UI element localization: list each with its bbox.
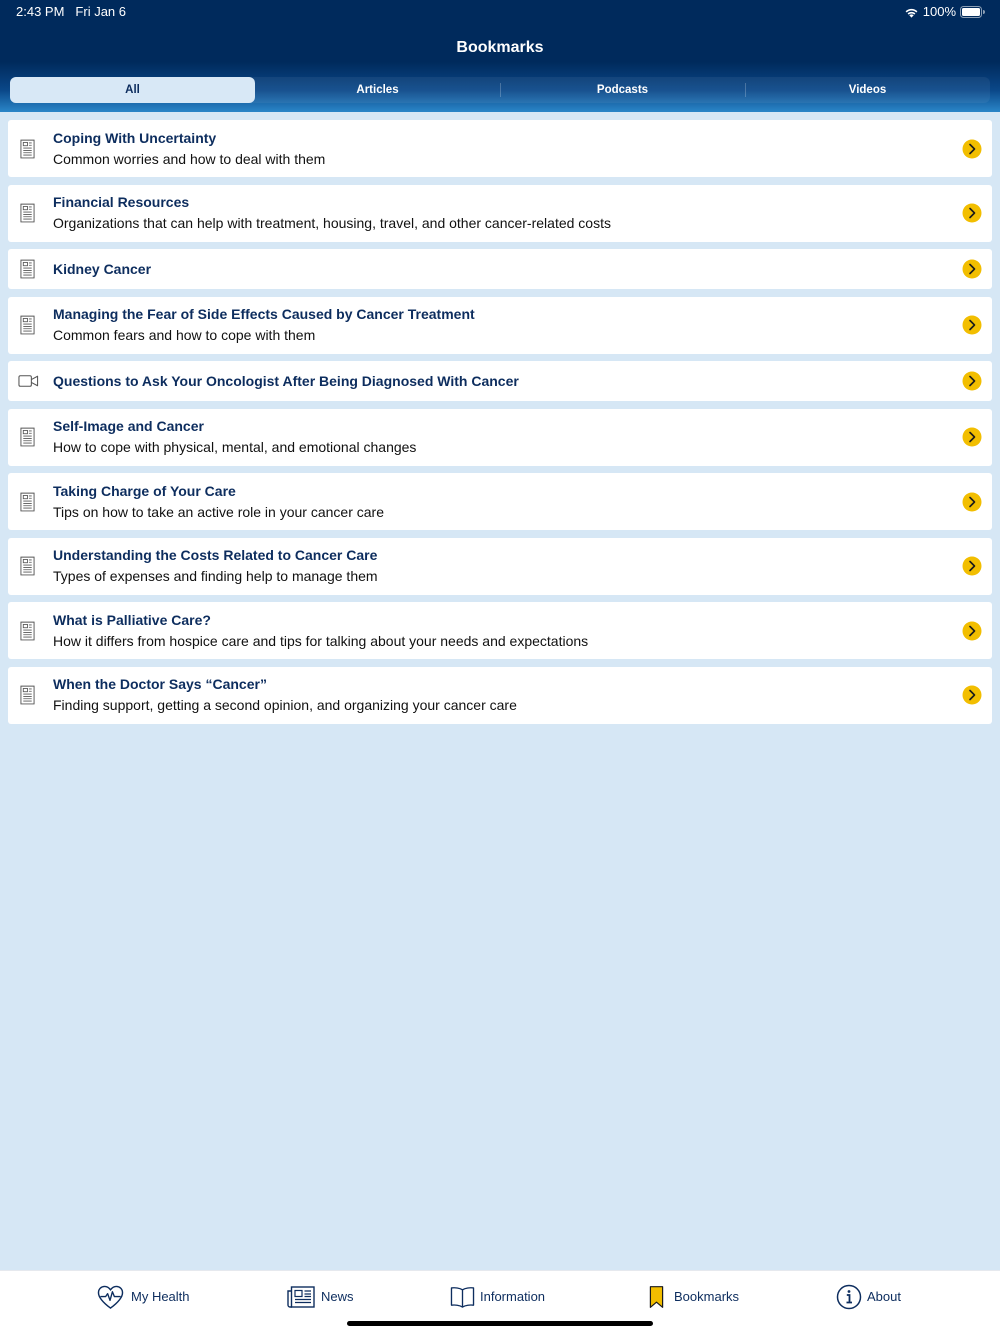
tab-news[interactable]: News [287, 1271, 354, 1323]
home-indicator[interactable] [347, 1321, 653, 1326]
bookmark-item[interactable]: Questions to Ask Your Oncologist After B… [8, 361, 992, 401]
chevron-right-icon[interactable] [962, 556, 982, 576]
newspaper-icon [287, 1286, 315, 1308]
bookmark-title: Questions to Ask Your Oncologist After B… [53, 372, 519, 389]
bookmark-text: Financial Resources Organizations that c… [53, 185, 942, 242]
chevron-right-icon[interactable] [962, 315, 982, 335]
bookmark-title: Kidney Cancer [53, 260, 152, 277]
segment-articles[interactable]: Articles [255, 77, 500, 103]
battery-percentage: 100% [922, 4, 956, 19]
heart-pulse-icon [97, 1285, 124, 1310]
bookmark-item[interactable]: Managing the Fear of Side Effects Caused… [8, 296, 992, 354]
bookmark-text: When the Doctor Says “Cancer” Finding su… [53, 667, 942, 724]
document-icon [20, 427, 35, 447]
bookmark-title: Taking Charge of Your Care [53, 482, 236, 499]
bookmark-title: Understanding the Costs Related to Cance… [53, 547, 378, 563]
bookmark-item[interactable]: Coping With Uncertainty Common worries a… [8, 120, 992, 177]
bookmark-subtitle: Common fears and how to cope with them [53, 327, 316, 343]
document-icon [20, 621, 35, 641]
document-icon [20, 556, 35, 576]
open-book-icon [450, 1286, 475, 1309]
document-icon [20, 315, 35, 335]
bookmark-text: Coping With Uncertainty Common worries a… [53, 120, 942, 177]
bookmark-item[interactable]: Understanding the Costs Related to Cance… [8, 537, 992, 595]
tab-label: Bookmarks [674, 1289, 740, 1304]
bookmark-subtitle: Common worries and how to deal with them [53, 150, 326, 167]
wifi-icon [904, 7, 919, 18]
chevron-right-icon[interactable] [962, 492, 982, 512]
bookmark-list: Coping With Uncertainty Common worries a… [0, 120, 1000, 731]
navigation-header: 2:43 PM Fri Jan 6 100% Bookmarks All Arti… [0, 0, 1000, 112]
tab-label: My Health [131, 1289, 190, 1304]
status-time: 2:43 PM [16, 4, 65, 19]
filter-segmented-control: All Articles Podcasts Videos [10, 77, 990, 103]
document-icon [20, 492, 35, 512]
chevron-right-icon[interactable] [962, 139, 982, 159]
bookmark-title: Financial Resources [53, 194, 190, 210]
bookmark-text: Self-Image and Cancer How to cope with p… [53, 409, 942, 466]
document-icon [20, 259, 35, 279]
bookmark-item[interactable]: What is Palliative Care? How it differs … [8, 602, 992, 659]
bookmark-text: Questions to Ask Your Oncologist After B… [53, 361, 942, 401]
status-date: Fri Jan 6 [75, 4, 126, 19]
bookmark-title: Coping With Uncertainty [53, 129, 217, 146]
tab-label: Information [480, 1289, 546, 1304]
bookmark-text: Taking Charge of Your Care Tips on how t… [53, 473, 942, 530]
tab-bookmarks[interactable]: Bookmarks [649, 1271, 739, 1323]
chevron-right-icon[interactable] [962, 259, 982, 279]
bookmark-subtitle: Tips on how to take an active role in yo… [53, 503, 384, 520]
bookmark-item[interactable]: When the Doctor Says “Cancer” Finding su… [8, 666, 992, 724]
segment-all[interactable]: All [10, 77, 255, 103]
chevron-right-icon[interactable] [962, 621, 982, 641]
bookmark-item[interactable]: Kidney Cancer [8, 249, 992, 289]
bookmark-subtitle: Types of expenses and finding help to ma… [53, 568, 378, 584]
status-bar-right: 100% [904, 5, 985, 19]
info-circle-icon [836, 1284, 862, 1310]
battery-icon [960, 6, 985, 18]
bookmark-title: Managing the Fear of Side Effects Caused… [53, 306, 475, 322]
bookmark-text: What is Palliative Care? How it differs … [53, 602, 942, 659]
bookmark-item[interactable]: Self-Image and Cancer How to cope with p… [8, 408, 992, 466]
bookmark-text: Managing the Fear of Side Effects Caused… [53, 297, 942, 354]
bookmark-subtitle: Organizations that can help with treatme… [53, 215, 611, 231]
bookmark-title: What is Palliative Care? [53, 611, 211, 628]
segment-videos[interactable]: Videos [745, 77, 990, 103]
bookmark-subtitle: How to cope with physical, mental, and e… [53, 439, 417, 455]
bookmark-subtitle: Finding support, getting a second opinio… [53, 697, 517, 713]
chevron-right-icon[interactable] [962, 371, 982, 391]
bookmark-icon [649, 1285, 664, 1309]
bookmark-subtitle: How it differs from hospice care and tip… [53, 632, 589, 649]
bookmark-text: Understanding the Costs Related to Cance… [53, 538, 942, 595]
tab-information[interactable]: Information [450, 1271, 545, 1323]
document-icon [20, 139, 35, 159]
tab-label: About [867, 1289, 901, 1304]
tab-label: News [321, 1289, 354, 1304]
document-icon [20, 685, 35, 705]
tab-my-health[interactable]: My Health [97, 1271, 190, 1323]
chevron-right-icon[interactable] [962, 685, 982, 705]
bookmark-title: When the Doctor Says “Cancer” [53, 676, 267, 692]
chevron-right-icon[interactable] [962, 427, 982, 447]
bookmark-item[interactable]: Financial Resources Organizations that c… [8, 184, 992, 242]
chevron-right-icon[interactable] [962, 203, 982, 223]
bookmark-item[interactable]: Taking Charge of Your Care Tips on how t… [8, 473, 992, 530]
document-icon [20, 203, 35, 223]
tab-about[interactable]: About [836, 1271, 901, 1323]
video-camera-icon [18, 374, 39, 388]
page-title: Bookmarks [456, 39, 544, 56]
bookmark-text: Kidney Cancer [53, 249, 942, 289]
status-bar-left: 2:43 PM Fri Jan 6 [16, 5, 126, 19]
bookmark-title: Self-Image and Cancer [53, 418, 204, 434]
segment-podcasts[interactable]: Podcasts [500, 77, 745, 103]
